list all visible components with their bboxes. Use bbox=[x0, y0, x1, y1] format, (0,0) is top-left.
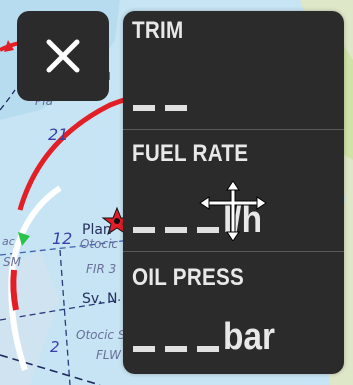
close-icon bbox=[46, 39, 80, 73]
map-label-flw: FLW bbox=[96, 348, 121, 362]
map-label-airspace-21: 21 bbox=[48, 125, 69, 144]
map-label-otocic-s: Otocic S bbox=[76, 328, 126, 342]
widget-oil-press-unit: bar bbox=[223, 316, 276, 358]
widget-trim[interactable]: TRIM bbox=[123, 11, 344, 129]
value-dash bbox=[133, 227, 155, 233]
move-cursor-icon bbox=[199, 181, 267, 241]
widget-trim-label: TRIM bbox=[132, 17, 184, 44]
value-dash bbox=[165, 105, 187, 111]
value-dash bbox=[133, 346, 155, 352]
widget-oil-press[interactable]: OIL PRESS bar bbox=[123, 252, 344, 374]
widget-oil-press-value: bar bbox=[133, 316, 282, 358]
value-dash bbox=[165, 227, 187, 233]
widget-panel: TRIM FUEL RATE l/h OIL PRESS bar bbox=[123, 11, 344, 374]
map-label-2: 2 bbox=[50, 338, 60, 356]
map-label-ac: ac bbox=[2, 235, 15, 248]
map-label-otocic: Otocic bbox=[80, 237, 119, 251]
map-label-fir: FIR 3 bbox=[86, 262, 117, 276]
close-button[interactable] bbox=[17, 11, 109, 101]
widget-fuel-rate-label: FUEL RATE bbox=[132, 140, 249, 167]
value-dash bbox=[197, 346, 219, 352]
value-dash bbox=[133, 105, 155, 111]
map-label-airspace-12: 12 bbox=[52, 229, 73, 248]
map-label-sv: Sv. N bbox=[82, 291, 118, 307]
widget-oil-press-label: OIL PRESS bbox=[132, 264, 245, 291]
map-label-place: Plan bbox=[82, 222, 112, 238]
map-label-sm: SM bbox=[3, 255, 21, 269]
value-dash bbox=[165, 346, 187, 352]
widget-trim-value bbox=[133, 105, 197, 111]
